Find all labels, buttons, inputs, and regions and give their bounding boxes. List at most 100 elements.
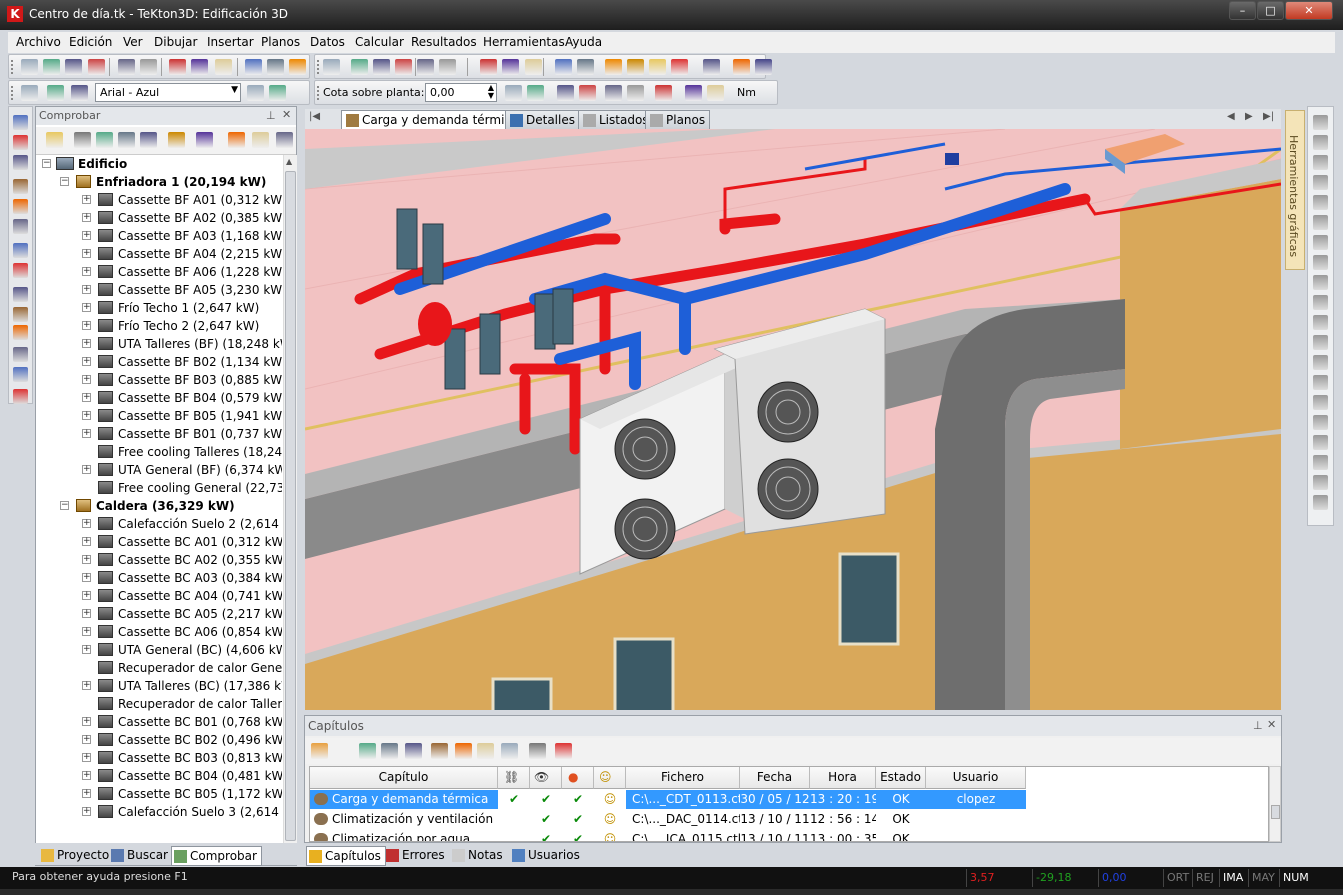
toolbar-icon[interactable] bbox=[88, 59, 105, 75]
expand-toggle-icon[interactable]: + bbox=[82, 771, 91, 780]
toolbar-icon[interactable] bbox=[577, 59, 594, 75]
toolbar-icon[interactable] bbox=[627, 85, 644, 101]
expand-toggle-icon[interactable]: + bbox=[82, 735, 91, 744]
graphic-tool-icon[interactable] bbox=[1313, 175, 1328, 190]
expand-toggle-icon[interactable]: + bbox=[82, 789, 91, 798]
toolbar-icon[interactable] bbox=[505, 85, 522, 101]
menu-ver[interactable]: Ver bbox=[123, 35, 143, 49]
vertical-tool-icon[interactable] bbox=[13, 243, 28, 258]
toolbar-icon[interactable] bbox=[480, 59, 497, 75]
grid-cell[interactable]: OK bbox=[876, 790, 926, 809]
toolbar-icon[interactable] bbox=[169, 59, 186, 75]
toolbar-icon[interactable] bbox=[649, 59, 666, 75]
grid-cell[interactable]: OK bbox=[876, 810, 926, 829]
panel-tool-icon[interactable] bbox=[168, 132, 185, 148]
grid-cell[interactable] bbox=[926, 810, 1026, 829]
expand-toggle-icon[interactable]: + bbox=[82, 555, 91, 564]
menu-herramientas[interactable]: Herramientas bbox=[483, 35, 565, 49]
toolbar-icon[interactable] bbox=[703, 59, 720, 75]
doc-tab-0[interactable]: Carga y demanda térmica bbox=[341, 110, 524, 130]
grid-cell[interactable]: C:\..._DAC_0114.ctk bbox=[626, 810, 740, 829]
vertical-tool-icon[interactable] bbox=[13, 367, 28, 382]
spin-icon[interactable]: ▲ ▼ bbox=[488, 84, 494, 100]
toolbar-icon[interactable] bbox=[269, 85, 286, 101]
expand-toggle-icon[interactable]: + bbox=[82, 375, 91, 384]
vertical-tool-icon[interactable] bbox=[13, 287, 28, 302]
toolbar-icon[interactable] bbox=[579, 85, 596, 101]
toolbar-icon[interactable] bbox=[71, 85, 88, 101]
tree-node[interactable]: + Cassette BC A05 (2,217 kW) bbox=[36, 605, 282, 623]
capitulos-tool-icon[interactable] bbox=[431, 743, 448, 759]
capitulos-tool-icon[interactable] bbox=[529, 743, 546, 759]
toolbar-icon[interactable] bbox=[755, 59, 772, 75]
expand-toggle-icon[interactable]: + bbox=[82, 717, 91, 726]
minimize-button[interactable]: – bbox=[1229, 1, 1256, 20]
vertical-tool-icon[interactable] bbox=[13, 389, 28, 404]
scroll-thumb[interactable] bbox=[285, 171, 296, 841]
toolbar-icon[interactable] bbox=[555, 59, 572, 75]
menu-archivo[interactable]: Archivo bbox=[16, 35, 61, 49]
expand-toggle-icon[interactable]: + bbox=[82, 267, 91, 276]
tab-notas[interactable]: Notas bbox=[450, 846, 507, 864]
toolbar-icon[interactable] bbox=[417, 59, 434, 75]
expand-toggle-icon[interactable]: + bbox=[82, 465, 91, 474]
ort-indicator[interactable]: ORT bbox=[1163, 869, 1192, 887]
expand-toggle-icon[interactable]: + bbox=[82, 393, 91, 402]
expand-toggle-icon[interactable]: + bbox=[82, 213, 91, 222]
tab-comprobar[interactable]: Comprobar bbox=[171, 846, 262, 866]
panel-tool-icon[interactable] bbox=[96, 132, 113, 148]
toolbar-icon[interactable] bbox=[671, 59, 688, 75]
toolbar-icon[interactable] bbox=[47, 85, 64, 101]
column-header[interactable]: Fichero bbox=[626, 767, 740, 789]
panel-tool-icon[interactable] bbox=[74, 132, 91, 148]
toolbar-icon[interactable] bbox=[525, 59, 542, 75]
menu-planos[interactable]: Planos bbox=[261, 35, 300, 49]
tree-node[interactable]: + Cassette BC A01 (0,312 kW) bbox=[36, 533, 282, 551]
grid-cell[interactable] bbox=[498, 830, 530, 841]
toolbar-icon[interactable] bbox=[627, 59, 644, 75]
graphic-tool-icon[interactable] bbox=[1313, 335, 1328, 350]
tree-node[interactable]: + Cassette BF B05 (1,941 kW) bbox=[36, 407, 282, 425]
toolbar-icon[interactable] bbox=[65, 59, 82, 75]
toolbar-icon[interactable] bbox=[245, 59, 262, 75]
expand-toggle-icon[interactable]: + bbox=[82, 627, 91, 636]
toolbar-icon[interactable] bbox=[527, 85, 544, 101]
column-header[interactable]: Usuario bbox=[926, 767, 1026, 789]
grid-cell[interactable]: ✔ bbox=[530, 810, 562, 829]
toolbar-icon[interactable] bbox=[323, 59, 340, 75]
tab-capítulos[interactable]: Capítulos bbox=[306, 846, 386, 866]
grid-cell[interactable]: ☺ bbox=[594, 790, 626, 809]
grid-cell[interactable]: 13 : 20 : 19 bbox=[810, 790, 876, 809]
grid-cell[interactable] bbox=[498, 810, 530, 829]
tree-node[interactable]: + Frío Techo 1 (2,647 kW) bbox=[36, 299, 282, 317]
graphic-tool-icon[interactable] bbox=[1313, 155, 1328, 170]
grid-cell[interactable]: 30 / 05 / 12 bbox=[740, 790, 810, 809]
toolbar-icon[interactable] bbox=[655, 85, 672, 101]
panel-tool-icon[interactable] bbox=[46, 132, 63, 148]
expand-toggle-icon[interactable]: + bbox=[82, 285, 91, 294]
tree-node[interactable]: + Cassette BF B02 (1,134 kW) bbox=[36, 353, 282, 371]
toolbar-icon[interactable] bbox=[267, 59, 284, 75]
toolbar-icon[interactable] bbox=[140, 59, 157, 75]
tab-usuarios[interactable]: Usuarios bbox=[510, 846, 584, 864]
graphic-tool-icon[interactable] bbox=[1313, 275, 1328, 290]
panel-tool-icon[interactable] bbox=[228, 132, 245, 148]
tree-node[interactable]: + UTA Talleres (BC) (17,386 kW) bbox=[36, 677, 282, 695]
tab-proyecto[interactable]: Proyecto bbox=[39, 846, 113, 864]
toolbar-icon[interactable] bbox=[605, 59, 622, 75]
expand-toggle-icon[interactable]: + bbox=[82, 681, 91, 690]
capitulos-tool-icon[interactable] bbox=[381, 743, 398, 759]
capitulos-tool-icon[interactable] bbox=[501, 743, 518, 759]
grid-cell[interactable]: 13 / 10 / 11 bbox=[740, 830, 810, 841]
column-header[interactable]: Hora bbox=[810, 767, 876, 789]
pin-icon[interactable]: ⊥ bbox=[1253, 719, 1263, 732]
last-tab-icon[interactable]: ▶| bbox=[1263, 111, 1274, 122]
tree-node[interactable]: + UTA General (BF) (6,374 kW) bbox=[36, 461, 282, 479]
grid-cell[interactable]: ☺ bbox=[594, 830, 626, 841]
graphic-tool-icon[interactable] bbox=[1313, 395, 1328, 410]
chapter-name-cell[interactable]: Climatización y ventilación bbox=[310, 810, 498, 829]
tree-node[interactable]: + Cassette BF A01 (0,312 kW) bbox=[36, 191, 282, 209]
expand-toggle-icon[interactable]: + bbox=[82, 321, 91, 330]
menu-datos[interactable]: Datos bbox=[310, 35, 345, 49]
tree-node[interactable]: + Cassette BF B01 (0,737 kW) bbox=[36, 425, 282, 443]
